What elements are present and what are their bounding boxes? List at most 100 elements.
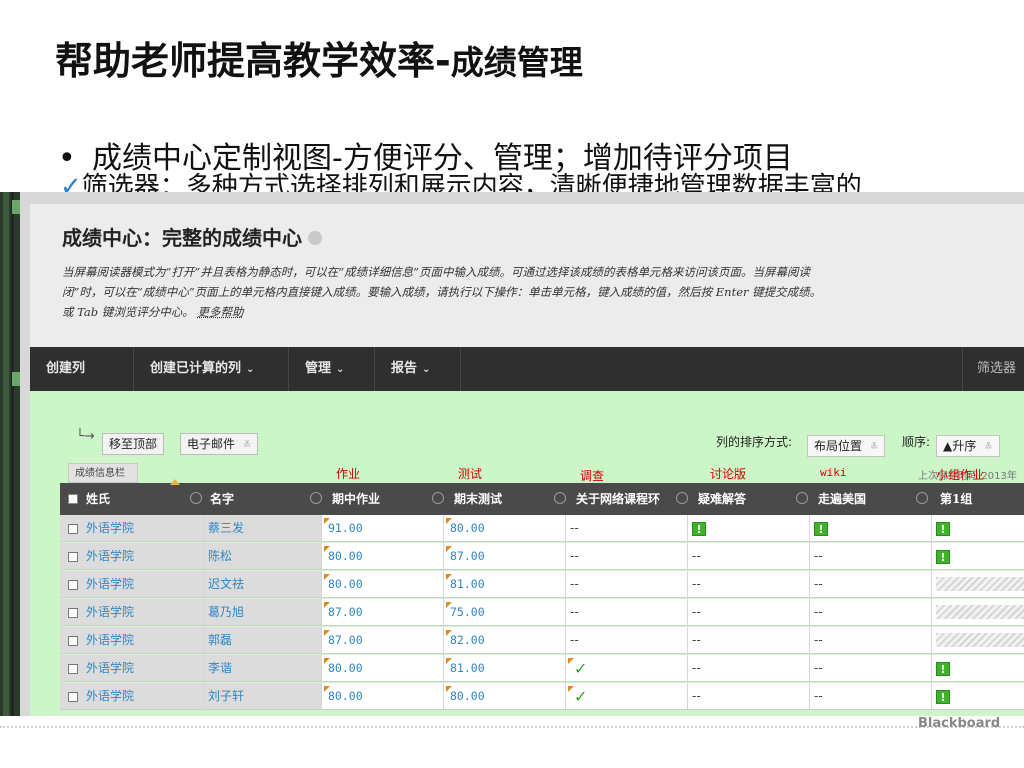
cell-survey[interactable]: -- (566, 571, 688, 598)
cell-value: -- (570, 577, 579, 591)
order-label: 顺序: (902, 435, 931, 449)
cell-qa[interactable]: -- (688, 543, 810, 570)
row-checkbox[interactable] (68, 692, 78, 702)
cell-first[interactable]: 蔡三发 (204, 515, 322, 542)
move-to-top-button[interactable]: 移至顶部 (102, 433, 165, 455)
cell-first[interactable]: 迟文祛 (204, 571, 322, 598)
cell-usa[interactable]: -- (810, 683, 932, 710)
cell-final[interactable]: 80.00 (444, 683, 566, 710)
cell-g1[interactable]: ! (932, 515, 1024, 542)
cell-mid[interactable]: 87.00 (322, 627, 444, 654)
cell-first[interactable]: 葛乃旭 (204, 599, 322, 626)
cell-usa[interactable]: -- (810, 571, 932, 598)
cell-usa[interactable]: -- (810, 543, 932, 570)
cell-survey[interactable]: -- (566, 515, 688, 542)
cell-usa[interactable]: ! (810, 515, 932, 542)
cell-final[interactable]: 81.00 (444, 571, 566, 598)
cell-first[interactable]: 李谐 (204, 655, 322, 682)
column-options-icon[interactable] (676, 492, 688, 504)
cell-final[interactable]: 81.00 (444, 655, 566, 682)
filter-button[interactable]: 筛选器 (961, 347, 1024, 391)
row-checkbox[interactable] (68, 664, 78, 674)
column-options-icon[interactable] (432, 492, 444, 504)
cell-qa[interactable]: -- (688, 683, 810, 710)
category-wiki: wiki (820, 466, 847, 479)
cell-g1[interactable] (932, 571, 1024, 598)
cell-survey[interactable]: ✓ (566, 683, 688, 710)
sort-by-select[interactable]: 布局位置 ≚ (807, 435, 886, 457)
cell-last[interactable]: 外语学院 (60, 515, 204, 542)
cell-first[interactable]: 陈松 (204, 543, 322, 570)
cell-g1[interactable]: ! (932, 683, 1024, 710)
row-checkbox[interactable] (68, 524, 78, 534)
row-checkbox[interactable] (68, 636, 78, 646)
cell-usa[interactable]: -- (810, 599, 932, 626)
cell-qa[interactable]: ! (688, 515, 810, 542)
column-options-icon[interactable] (796, 492, 808, 504)
cell-qa[interactable]: -- (688, 599, 810, 626)
header-last-name[interactable]: 姓氏 (86, 483, 166, 515)
cell-survey[interactable]: ✓ (566, 655, 688, 682)
header-usa[interactable]: 走遍美国 (818, 483, 918, 515)
header-group1[interactable]: 第1组 (940, 483, 1024, 515)
cell-survey[interactable]: -- (566, 627, 688, 654)
manage-menu[interactable]: 管理 ⌄ (289, 347, 375, 391)
cell-first[interactable]: 郭磊 (204, 627, 322, 654)
cell-usa[interactable]: -- (810, 627, 932, 654)
cell-qa[interactable]: -- (688, 571, 810, 598)
column-options-icon[interactable] (310, 492, 322, 504)
cell-value: -- (692, 605, 701, 619)
table-row: 外语学院 迟文祛 80.00 81.00 -- -- -- (60, 571, 1024, 599)
table-row: 外语学院 陈松 80.00 87.00 -- -- --! (60, 543, 1024, 571)
select-all-checkbox[interactable] (68, 494, 78, 504)
cell-last[interactable]: 外语学院 (60, 571, 204, 598)
header-midterm[interactable]: 期中作业 (332, 483, 432, 515)
needs-grading-icon: ! (936, 521, 950, 536)
cell-g1[interactable] (932, 627, 1024, 654)
column-options-icon[interactable] (916, 492, 928, 504)
cell-qa[interactable]: -- (688, 655, 810, 682)
order-select[interactable]: ▲升序 ≚ (936, 435, 1000, 457)
cell-g1[interactable]: ! (932, 655, 1024, 682)
cell-mid[interactable]: 80.00 (322, 683, 444, 710)
header-survey[interactable]: 关于网络课程环 (576, 483, 676, 515)
grade-flag-icon (568, 686, 574, 692)
cell-mid[interactable]: 91.00 (322, 515, 444, 542)
cell-final[interactable]: 82.00 (444, 627, 566, 654)
row-checkbox[interactable] (68, 608, 78, 618)
more-help-link[interactable]: 更多帮助 (197, 305, 243, 319)
email-button[interactable]: 电子邮件 ≚ (180, 433, 259, 455)
cell-last[interactable]: 外语学院 (60, 627, 204, 654)
cell-value: 郭磊 (208, 633, 233, 647)
chevron-down-icon[interactable] (308, 230, 322, 245)
cell-final[interactable]: 75.00 (444, 599, 566, 626)
cell-survey[interactable]: -- (566, 543, 688, 570)
grade-info-bar[interactable]: 成绩信息栏 (68, 463, 138, 483)
header-final[interactable]: 期末测试 (454, 483, 554, 515)
column-options-icon[interactable] (554, 492, 566, 504)
cell-g1[interactable] (932, 599, 1024, 626)
cell-g1[interactable]: ! (932, 543, 1024, 570)
cell-mid[interactable]: 80.00 (322, 655, 444, 682)
cell-final[interactable]: 87.00 (444, 543, 566, 570)
cell-last[interactable]: 外语学院 (60, 655, 204, 682)
create-calculated-column-button[interactable]: 创建已计算的列 ⌄ (134, 347, 289, 391)
cell-qa[interactable]: -- (688, 627, 810, 654)
cell-usa[interactable]: -- (810, 655, 932, 682)
cell-first[interactable]: 刘子轩 (204, 683, 322, 710)
header-qa[interactable]: 疑难解答 (698, 483, 798, 515)
row-checkbox[interactable] (68, 580, 78, 590)
cell-mid[interactable]: 80.00 (322, 571, 444, 598)
cell-mid[interactable]: 80.00 (322, 543, 444, 570)
header-first-name[interactable]: 名字 (210, 483, 290, 515)
create-column-button[interactable]: 创建列 (30, 347, 134, 391)
cell-last[interactable]: 外语学院 (60, 543, 204, 570)
reports-menu[interactable]: 报告 ⌄ (375, 347, 461, 391)
column-options-icon[interactable] (190, 492, 202, 504)
cell-last[interactable]: 外语学院 (60, 599, 204, 626)
cell-mid[interactable]: 87.00 (322, 599, 444, 626)
row-checkbox[interactable] (68, 552, 78, 562)
cell-survey[interactable]: -- (566, 599, 688, 626)
cell-final[interactable]: 80.00 (444, 515, 566, 542)
cell-last[interactable]: 外语学院 (60, 683, 204, 710)
